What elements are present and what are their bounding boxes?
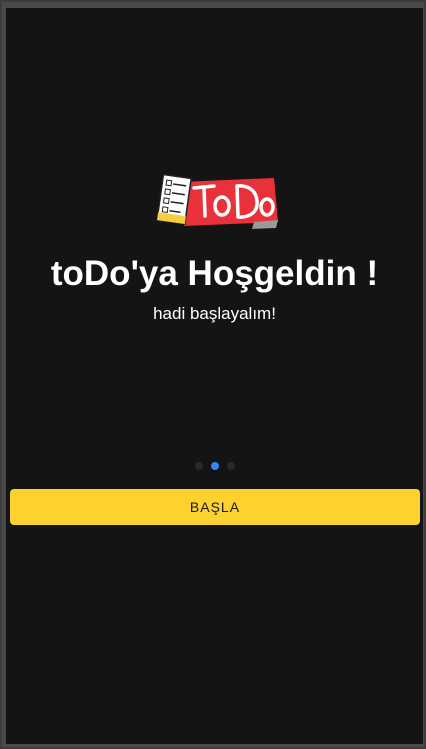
device-frame: toDo'ya Hoşgeldin ! hadi başlayalım! BAŞ… <box>0 0 426 749</box>
welcome-title: toDo'ya Hoşgeldin ! <box>50 254 379 293</box>
pagination-dot-2-active[interactable] <box>210 462 219 470</box>
pagination-dot-3[interactable] <box>226 462 235 470</box>
todo-logo <box>156 173 278 229</box>
pagination-dots <box>6 462 423 470</box>
pagination-dot-1[interactable] <box>194 462 203 470</box>
start-button[interactable]: BAŞLA <box>10 489 420 525</box>
welcome-screen: toDo'ya Hoşgeldin ! hadi başlayalım! BAŞ… <box>6 8 423 744</box>
welcome-subtitle: hadi başlayalım! <box>153 304 276 323</box>
